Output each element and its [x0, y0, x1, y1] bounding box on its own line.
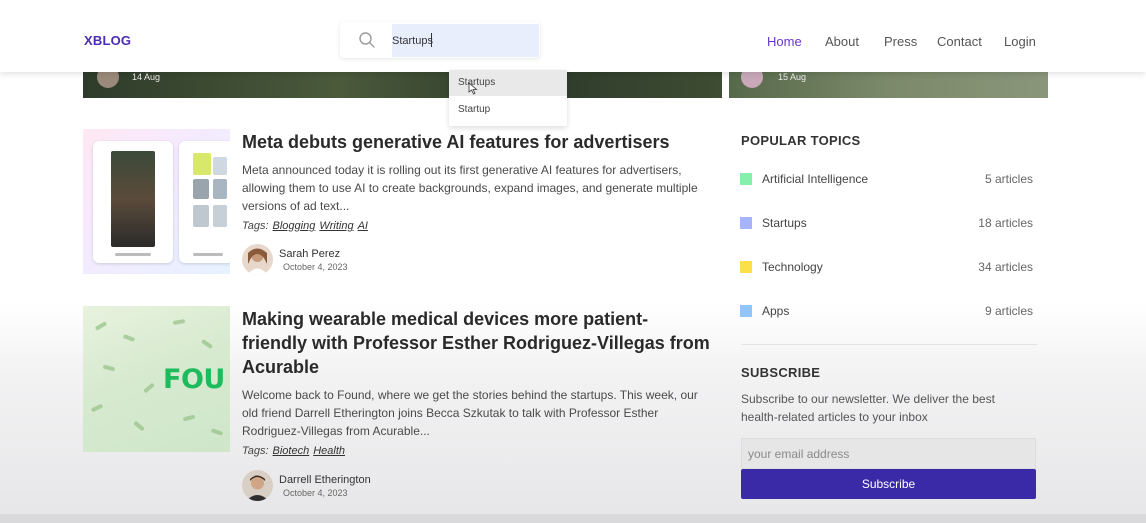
author-name[interactable]: Sarah Perez: [279, 248, 340, 260]
topic-count: 34 articles: [978, 260, 1033, 274]
author-name[interactable]: Darrell Etherington: [279, 474, 371, 486]
topic-color-swatch: [740, 217, 752, 229]
subscribe-button[interactable]: Subscribe: [741, 469, 1036, 499]
author-avatar: [242, 244, 273, 275]
topic-color-swatch: [740, 173, 752, 185]
search-input[interactable]: [392, 24, 539, 57]
text-caret: [431, 33, 432, 47]
search-icon[interactable]: [358, 31, 376, 49]
email-field[interactable]: [741, 438, 1036, 469]
article-thumbnail[interactable]: [83, 129, 230, 274]
sidebar-divider: [741, 344, 1037, 345]
article-excerpt: Welcome back to Found, where we get the …: [242, 388, 698, 438]
topic-link-startups[interactable]: Startups: [762, 216, 807, 230]
popular-topics-heading: POPULAR TOPICS: [741, 133, 861, 148]
suggestion-startups[interactable]: Startups: [449, 70, 567, 96]
topic-link-technology[interactable]: Technology: [762, 260, 823, 274]
site-logo[interactable]: XBLOG: [84, 33, 131, 48]
nav-about[interactable]: About: [825, 34, 859, 49]
article-date: October 4, 2023: [283, 262, 348, 272]
tag-link[interactable]: Writing: [319, 220, 353, 232]
topic-count: 5 articles: [984, 172, 1033, 186]
topic-link-ai[interactable]: Artificial Intelligence: [762, 172, 868, 186]
tag-link[interactable]: AI: [358, 220, 368, 232]
tag-link[interactable]: Health: [313, 445, 345, 457]
suggestion-startup[interactable]: Startup: [449, 97, 567, 123]
tag-link[interactable]: Biotech: [273, 445, 310, 457]
phone-mockup: [179, 141, 230, 263]
article-excerpt: Meta announced today it is rolling out i…: [242, 163, 698, 213]
tag-link[interactable]: Blogging: [273, 220, 316, 232]
nav-login[interactable]: Login: [1004, 34, 1036, 49]
nav-home[interactable]: Home: [767, 34, 802, 49]
topic-count: 9 articles: [984, 304, 1033, 318]
phone-mockup: [93, 141, 173, 263]
subscribe-description: Subscribe to our newsletter. We deliver …: [741, 392, 995, 424]
article-tags: Tags: Blogging Writing AI: [242, 220, 368, 232]
article-title[interactable]: Making wearable medical devices more pat…: [242, 307, 712, 379]
topic-color-swatch: [740, 261, 752, 273]
article-thumbnail[interactable]: FOU: [83, 306, 230, 452]
topic-link-apps[interactable]: Apps: [762, 304, 789, 318]
article-title[interactable]: Meta debuts generative AI features for a…: [242, 130, 712, 154]
mouse-cursor-icon: [468, 82, 478, 95]
hero-date: 15 Aug: [778, 72, 807, 82]
article-date: October 4, 2023: [283, 488, 348, 498]
subscribe-heading: SUBSCRIBE: [741, 365, 821, 380]
nav-press[interactable]: Press: [884, 34, 917, 49]
nav-contact[interactable]: Contact: [937, 34, 982, 49]
tags-label: Tags:: [242, 220, 269, 232]
hero-date: 14 Aug: [132, 72, 161, 82]
author-avatar: [242, 470, 273, 501]
site-header: XBLOG Home About Press Contact Login: [0, 0, 1146, 72]
article-tags: Tags: Biotech Health: [242, 445, 345, 457]
topic-color-swatch: [740, 305, 752, 317]
bottom-edge: [0, 514, 1146, 523]
thumbnail-logo-text: FOU: [163, 364, 225, 395]
tags-label: Tags:: [242, 445, 269, 457]
search-suggestions: Startups Startup: [449, 70, 567, 126]
topic-count: 18 articles: [978, 216, 1033, 230]
